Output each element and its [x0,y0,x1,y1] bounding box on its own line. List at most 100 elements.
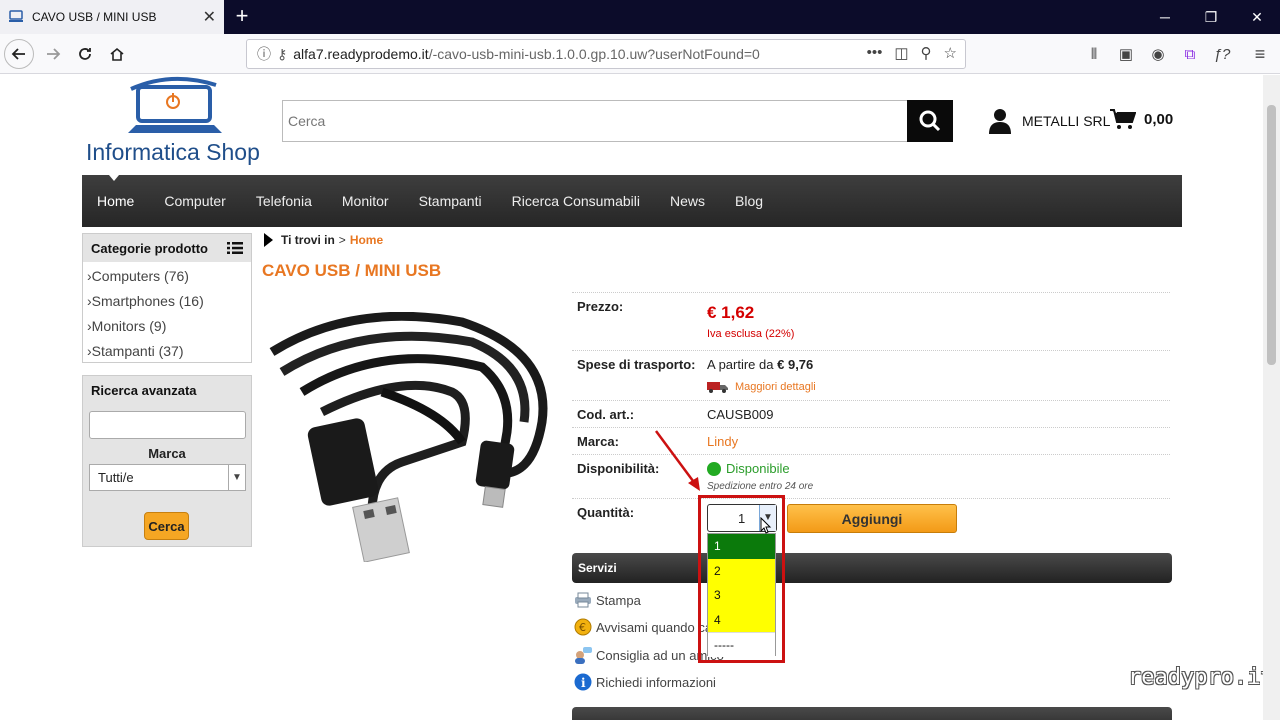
brand-select[interactable]: Tutti/e ▼ [89,464,246,491]
category-item[interactable]: ›Stampanti (37) [87,339,251,364]
formula-extension-icon[interactable]: ƒ? [1210,42,1234,66]
availability-status: Disponibile [707,461,790,476]
categories-title: Categorie prodotto [91,240,208,256]
info-icon[interactable]: ⓘ [257,44,271,64]
cart[interactable]: 0,00 [1110,108,1173,130]
chevron-down-icon: ▼ [228,465,245,490]
active-menu-caret-icon [109,175,119,181]
euro-coin-icon: € [574,618,592,636]
menu-item-monitor[interactable]: Monitor [327,193,404,209]
menu-item-telefonia[interactable]: Telefonia [241,193,327,209]
search-input[interactable]: Cerca [282,100,907,142]
price-label: Prezzo: [577,299,624,314]
shipping-prefix: A partire da [707,357,774,372]
browser-nav-bar: ⓘ ⚷ alfa7.readyprodemo.it/-cavo-usb-mini… [0,34,1280,74]
advanced-search-button[interactable]: Cerca [144,512,189,540]
reader-icon[interactable]: ⚲ [921,44,932,62]
category-label: Computers (76) [91,268,189,284]
list-icon[interactable] [227,242,243,254]
mouse-cursor-icon [760,517,772,534]
address-bar[interactable]: ⓘ ⚷ alfa7.readyprodemo.it/-cavo-usb-mini… [246,39,966,69]
annotation-arrow-icon [654,430,700,491]
breadcrumb-arrow-icon [264,233,273,247]
menu-item-ricerca-consumabili[interactable]: Ricerca Consumabili [497,193,655,209]
page-scrollbar[interactable] [1263,75,1280,720]
vat-note: Iva esclusa (22%) [707,328,795,340]
watermark: readypro.it [1128,665,1263,690]
account-icon[interactable]: ◉ [1146,42,1170,66]
browser-tab-bar: CAVO USB / MINI USB ✕ + ─ ❐ ✕ [0,0,1280,34]
forward-icon[interactable] [38,40,68,68]
category-item[interactable]: ›Computers (76) [87,264,251,289]
brand-link[interactable]: Lindy [707,434,738,449]
svg-text:€: € [579,621,586,634]
home-icon[interactable] [102,40,132,68]
minimize-icon[interactable]: ─ [1142,0,1188,34]
search-icon [919,110,941,132]
price-row: Prezzo: € 1,62 Iva esclusa (22%) [572,292,1170,350]
menu-item-blog[interactable]: Blog [720,193,778,209]
scrollbar-thumb[interactable] [1267,105,1276,365]
search-button[interactable] [907,100,953,142]
availability-label: Disponibilità: [577,461,660,476]
advanced-search-input[interactable] [89,411,246,439]
window-close-icon[interactable]: ✕ [1234,0,1280,34]
service-info-request[interactable]: i Richiedi informazioni [574,673,716,691]
library-icon[interactable]: ⫴ [1082,42,1106,66]
shipping-cost: € 9,76 [777,357,814,372]
web-page: Informatica Shop Cerca METALLI SRL 0,00 … [0,75,1263,720]
code-row: Cod. art.: CAUSB009 [572,400,1170,427]
service-print[interactable]: Stampa [574,591,641,609]
browser-tab[interactable]: CAVO USB / MINI USB ✕ [0,0,224,34]
extension-icon[interactable]: ⧉ [1178,42,1202,66]
breadcrumb-home-link[interactable]: Home [350,233,383,247]
sidebar-icon[interactable]: ▣ [1114,42,1138,66]
add-to-cart-button[interactable]: Aggiungi [787,504,957,533]
services-title: Servizi [572,553,1172,583]
people-chat-icon [574,646,592,664]
user-name: METALLI SRL [1022,113,1111,129]
svg-text:i: i [581,676,586,690]
tab-close-icon[interactable]: ✕ [203,7,216,27]
new-tab-icon[interactable]: + [230,3,254,28]
url-host: alfa7.readyprodemo.it [293,46,429,62]
back-icon[interactable] [4,39,34,69]
menu-item-stampanti[interactable]: Stampanti [404,193,497,209]
menu-hamburger-icon[interactable]: ≡ [1248,42,1272,66]
category-label: Smartphones (16) [91,293,204,309]
advanced-search-box: Ricerca avanzata Marca Tutti/e ▼ Cerca [82,375,252,547]
page-actions-icon[interactable]: ••• [867,44,883,62]
tab-title: CAVO USB / MINI USB [32,10,157,24]
shipping-time: Spedizione entro 24 ore [707,481,814,492]
truck-icon [707,382,728,393]
brand-row-label: Marca: [577,434,619,449]
restore-icon[interactable]: ❐ [1188,0,1234,34]
menu-item-news[interactable]: News [655,193,720,209]
availability-text: Disponibile [726,461,790,476]
shipping-value: A partire da € 9,76 [707,357,813,372]
category-item[interactable]: ›Monitors (9) [87,314,251,339]
category-item[interactable]: ›Smartphones (16) [87,289,251,314]
next-section-header [572,707,1172,720]
category-label: Stampanti (37) [91,343,184,359]
categories-box: Categorie prodotto ›Computers (76) ›Smar… [82,233,252,363]
key-icon[interactable]: ⚷ [277,46,287,63]
logo-text: Informatica Shop [86,139,260,165]
reload-icon[interactable] [70,40,100,68]
menu-item-computer[interactable]: Computer [149,193,240,209]
cart-total: 0,00 [1144,110,1174,128]
breadcrumb: Ti trovi in > Home [264,233,383,247]
breadcrumb-separator: > [338,233,346,247]
bookmark-star-icon[interactable]: ☆ [944,44,957,62]
service-label: Stampa [596,592,641,608]
user-icon [989,109,1011,134]
shipping-details-link[interactable]: Maggiori dettagli [707,381,816,393]
quantity-label: Quantità: [577,505,635,520]
product-image[interactable] [262,312,556,562]
category-label: Monitors (9) [91,318,167,334]
menu-item-home[interactable]: Home [82,193,149,209]
service-label: Richiedi informazioni [596,674,716,690]
price-value: € 1,62 [707,303,755,322]
user-account[interactable]: METALLI SRL [988,108,1110,134]
pocket-icon[interactable]: ◫ [894,44,908,62]
